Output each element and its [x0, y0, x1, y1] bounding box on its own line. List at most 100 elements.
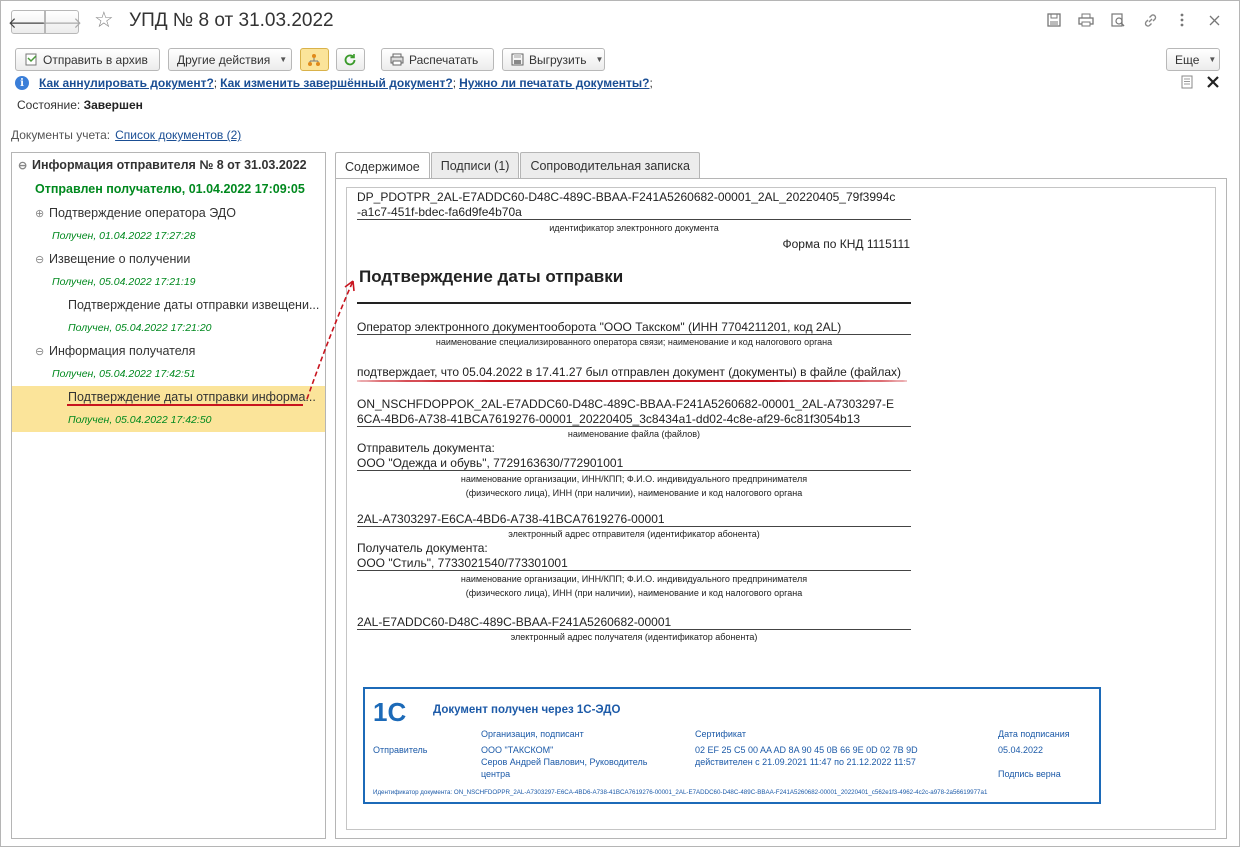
other-actions-button[interactable]: Другие действия ▼ [168, 48, 292, 71]
preview-icon[interactable] [1109, 11, 1127, 29]
tree-root[interactable]: ⊖ Информация отправителя № 8 от 31.03.202… [18, 158, 325, 172]
link-icon[interactable] [1141, 11, 1159, 29]
content-panel: DP_PDOTPR_2AL-E7ADDC60-D48C-489C-BBAA-F2… [335, 178, 1227, 839]
tree-item-label: Подтверждение даты отправки информа... [68, 390, 316, 404]
recipient-address: 2AL-E7ADDC60-D48C-489C-BBAA-F241A5260682… [357, 615, 672, 629]
app-window: 🡐 🡒 ☆ УПД № 8 от 31.03.2022 Отправить в … [0, 0, 1240, 847]
doc-id-caption: идентификатор электронного документа [549, 223, 719, 233]
more-icon[interactable] [1173, 11, 1191, 29]
tree-item-notice-date[interactable]: Подтверждение даты отправки извещени... [68, 298, 325, 312]
back-button[interactable]: 🡐 [8, 10, 48, 34]
tree-item-label: Подтверждение даты отправки извещени... [68, 298, 320, 312]
rule [357, 426, 911, 427]
stamp-cert: 02 EF 25 C5 00 AA AD 8A 90 45 0B 66 9E 0… [695, 745, 918, 755]
sender-address: 2AL-A7303297-E6CA-4BD6-A738-41BCA7619276… [357, 512, 665, 526]
annotation-underline-tree [67, 404, 303, 406]
state-value: Завершен [83, 98, 143, 112]
help-link-annul[interactable]: Как аннулировать документ? [39, 76, 214, 90]
close-icon[interactable] [1205, 11, 1223, 29]
print-button[interactable]: Распечатать [381, 48, 494, 71]
recipient-address-caption: электронный адрес получателя (идентифика… [510, 632, 758, 642]
refresh-icon [343, 53, 357, 67]
tree-item-status: Получен, 05.04.2022 17:42:50 [68, 414, 212, 426]
stamp-signer-cont: центра [481, 769, 511, 779]
tab-strip: Содержимое Подписи (1) Сопроводительная … [335, 152, 701, 180]
close-help-icon[interactable] [1207, 76, 1219, 91]
document-list-link[interactable]: Список документов (2) [115, 128, 241, 142]
send-to-archive-label: Отправить в архив [43, 52, 148, 67]
save-icon[interactable] [1045, 11, 1063, 29]
edo-stamp: 1С Документ получен через 1С-ЭДО Организ… [363, 687, 1101, 804]
confirms-line: подтверждает, что 05.04.2022 в 17.41.27 … [357, 365, 902, 379]
other-actions-label: Другие действия [177, 52, 271, 67]
tree-item-recipient-info[interactable]: ⊖ Информация получателя [35, 344, 325, 358]
sender-address-caption: электронный адрес отправителя (идентифик… [508, 529, 760, 539]
document-view-icon[interactable] [1181, 75, 1193, 92]
document-title: Подтверждение даты отправки [359, 267, 624, 286]
tab-content[interactable]: Содержимое [335, 152, 430, 180]
file-line1: ON_NSCHFDOPPOK_2AL-E7ADDC60-D48C-489C-BB… [357, 397, 894, 411]
stamp-cert-valid: действителен с 21.09.2021 11:47 по 21.12… [695, 757, 916, 767]
favorite-star-icon[interactable]: ☆ [94, 7, 114, 33]
export-button[interactable]: Выгрузить ▼ [502, 48, 605, 71]
tree-item-status: Получен, 05.04.2022 17:42:51 [52, 368, 196, 380]
tree-root-label: Информация отправителя № 8 от 31.03.2022 [32, 158, 307, 172]
tree-item-info-date-selected[interactable]: Подтверждение даты отправки информа... [68, 390, 325, 404]
collapse-icon[interactable]: ⊖ [35, 345, 49, 358]
stamp-org: ООО "ТАКСКОМ" [481, 745, 554, 755]
printer-icon [390, 53, 404, 67]
annotation-arrow [306, 280, 355, 400]
archive-icon [24, 53, 38, 67]
separator: ; [649, 76, 653, 90]
doc-id-line1: DP_PDOTPR_2AL-E7ADDC60-D48C-489C-BBAA-F2… [357, 190, 896, 204]
rule [357, 219, 911, 220]
collapse-icon[interactable]: ⊖ [18, 159, 32, 172]
document-view[interactable]: DP_PDOTPR_2AL-E7ADDC60-D48C-489C-BBAA-F2… [346, 187, 1216, 830]
separator: ; [452, 76, 457, 90]
operator-line: Оператор электронного документооборота "… [357, 320, 842, 334]
more-actions-button[interactable]: Еще ▼ [1166, 48, 1220, 71]
org-caption: наименование организации, ИНН/КПП; Ф.И.О… [460, 574, 808, 584]
stamp-date: 05.04.2022 [998, 745, 1044, 755]
expand-icon[interactable]: ⊕ [35, 207, 49, 220]
tree-item-label: Извещение о получении [49, 252, 191, 266]
caret-down-icon: ▼ [1208, 55, 1217, 64]
title-bar: 🡐 🡒 ☆ УПД № 8 от 31.03.2022 [1, 1, 1239, 41]
stamp-title: Документ получен через 1С-ЭДО [433, 704, 621, 716]
more-actions-label: Еще [1175, 52, 1200, 67]
file-caption: наименование файла (файлов) [567, 429, 701, 439]
operator-caption: наименование специализированного операто… [435, 337, 833, 347]
send-to-archive-button[interactable]: Отправить в архив [15, 48, 160, 71]
caret-down-icon: ▼ [595, 55, 604, 64]
window-title: УПД № 8 от 31.03.2022 [129, 10, 334, 31]
document-tree: ⊖ Информация отправителя № 8 от 31.03.202… [11, 152, 326, 839]
logo-text: 1С [373, 697, 406, 725]
org-caption: наименование организации, ИНН/КПП; Ф.И.О… [460, 474, 808, 484]
tab-cover-note[interactable]: Сопроводительная записка [520, 152, 700, 179]
tree-item-notice[interactable]: ⊖ Извещение о получении [35, 252, 325, 266]
stamp-doc-id: Идентификатор документа: ON_NSCHFDOPPR_2… [373, 789, 988, 796]
help-link-edit[interactable]: Как изменить завершённый документ? [220, 76, 453, 90]
doc-id-line2: -a1c7-451f-bdec-fa6d9fe4b70a [357, 205, 522, 219]
stamp-role: Отправитель [373, 745, 428, 755]
caret-down-icon: ▼ [279, 55, 288, 64]
stamp-col-org: Организация, подписант [481, 729, 584, 739]
tree-item-status: Получен, 05.04.2022 17:21:19 [52, 276, 196, 288]
document-structure-button[interactable] [300, 48, 329, 71]
structure-icon [307, 53, 321, 67]
help-links: i Как аннулировать документ?; Как измени… [15, 76, 656, 90]
collapse-icon[interactable]: ⊖ [35, 253, 49, 266]
org-caption: (физического лица), ИНН (при наличии), н… [465, 488, 803, 498]
tab-signatures[interactable]: Подписи (1) [430, 152, 520, 179]
file-line2: 6CA-4BD6-A738-41BCA7619276-00001_2022040… [357, 412, 861, 426]
tree-item-label: Информация получателя [49, 344, 196, 358]
refresh-button[interactable] [336, 48, 365, 71]
stamp-sign-status: Подпись верна [998, 769, 1061, 779]
tree-item-operator[interactable]: ⊕ Подтверждение оператора ЭДО [35, 206, 325, 220]
print-icon[interactable] [1077, 11, 1095, 29]
help-link-print[interactable]: Нужно ли печатать документы? [459, 76, 649, 90]
rule [357, 470, 911, 471]
tree-item-status: Получен, 01.04.2022 17:27:28 [52, 230, 196, 242]
forward-button[interactable]: 🡒 [42, 10, 82, 34]
rule [357, 334, 911, 335]
